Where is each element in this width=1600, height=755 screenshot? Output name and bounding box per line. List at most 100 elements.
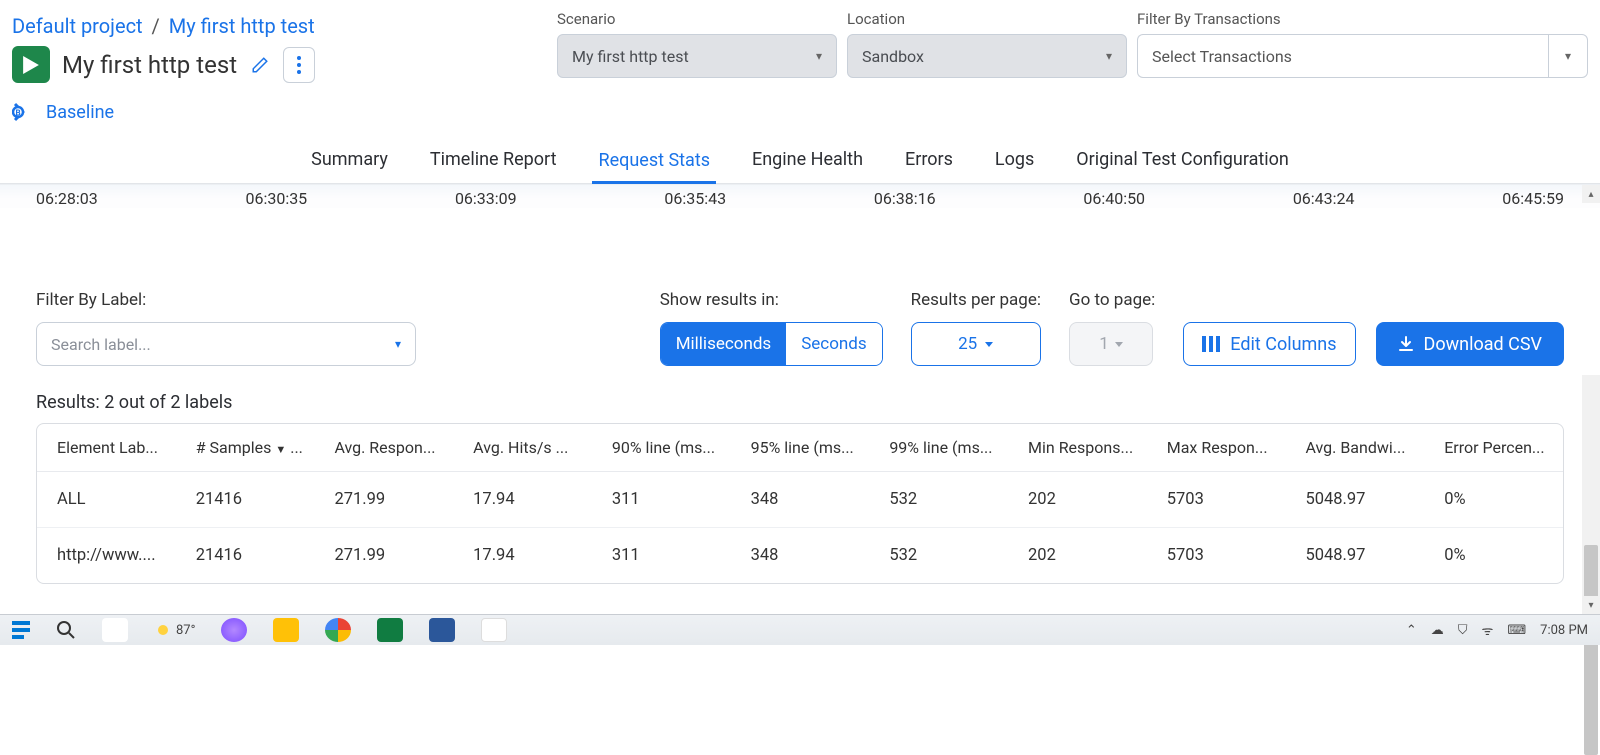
location-select[interactable]: Sandbox ▾ xyxy=(847,34,1127,78)
cell-min: 202 xyxy=(1008,528,1147,583)
chevron-down-icon: ▾ xyxy=(816,49,822,63)
tab-original-test-configuration[interactable]: Original Test Configuration xyxy=(1070,141,1295,183)
scenario-select[interactable]: My first http test ▾ xyxy=(557,34,837,78)
filter-transactions-select[interactable]: Select Transactions xyxy=(1137,34,1548,78)
cell-bw: 5048.97 xyxy=(1285,472,1424,528)
caret-down-icon xyxy=(1115,342,1123,347)
download-csv-button[interactable]: Download CSV xyxy=(1376,322,1564,366)
app-icon[interactable] xyxy=(221,618,247,642)
column-header[interactable]: Element Lab... xyxy=(37,424,176,472)
scrollbar-up[interactable]: ▴ xyxy=(1582,185,1600,203)
chevron-down-icon: ▾ xyxy=(1565,49,1571,63)
timeline-tick: 06:38:16 xyxy=(874,189,936,208)
columns-icon xyxy=(1202,336,1220,352)
cell-avg_resp: 271.99 xyxy=(314,528,453,583)
column-header[interactable]: 99% line (ms... xyxy=(869,424,1008,472)
security-icon[interactable]: ⛉ xyxy=(1458,623,1468,638)
download-icon xyxy=(1398,336,1414,352)
cell-avg_resp: 271.99 xyxy=(314,472,453,528)
excel-icon[interactable] xyxy=(377,618,403,642)
location-label: Location xyxy=(847,10,1127,28)
timeline-tick: 06:35:43 xyxy=(664,189,726,208)
cell-p99: 532 xyxy=(869,528,1008,583)
timeline-tick: 06:45:59 xyxy=(1502,189,1564,208)
tab-logs[interactable]: Logs xyxy=(989,141,1040,183)
filter-by-label-input[interactable]: Search label... ▾ xyxy=(36,322,416,366)
column-header[interactable]: Avg. Hits/s ... xyxy=(453,424,592,472)
edit-title-icon[interactable] xyxy=(249,56,271,74)
download-csv-label: Download CSV xyxy=(1424,334,1542,355)
search-icon[interactable] xyxy=(56,620,76,640)
column-header[interactable]: Error Percen... xyxy=(1424,424,1563,472)
word-icon[interactable] xyxy=(429,618,455,642)
chevron-down-icon: ▾ xyxy=(395,337,401,351)
keyboard-icon[interactable]: ⌨ xyxy=(1507,623,1526,638)
chrome-icon[interactable] xyxy=(325,618,351,642)
column-header[interactable]: # Samples ▼ ... xyxy=(176,424,315,472)
cell-p90: 311 xyxy=(592,528,731,583)
cloud-icon[interactable]: ☁ xyxy=(1431,623,1444,638)
file-explorer-icon[interactable] xyxy=(273,618,299,642)
tab-summary[interactable]: Summary xyxy=(305,141,394,183)
timeline-tick: 06:30:35 xyxy=(245,189,307,208)
tab-request-stats[interactable]: Request Stats xyxy=(592,142,716,184)
tab-timeline-report[interactable]: Timeline Report xyxy=(424,141,563,183)
scenario-label: Scenario xyxy=(557,10,837,28)
cell-bw: 5048.97 xyxy=(1285,528,1424,583)
filter-transactions-label: Filter By Transactions xyxy=(1137,10,1588,28)
column-header[interactable]: 95% line (ms... xyxy=(731,424,870,472)
column-header[interactable]: Max Respon... xyxy=(1147,424,1286,472)
weather-widget[interactable]: 87° xyxy=(154,621,195,639)
taskbar-time[interactable]: 7:08 PM xyxy=(1540,623,1588,638)
tray-icon[interactable]: ᯤ xyxy=(1482,621,1494,639)
tab-engine-health[interactable]: Engine Health xyxy=(746,141,869,183)
filter-transactions-value: Select Transactions xyxy=(1152,47,1292,66)
results-per-page-select[interactable]: 25 xyxy=(911,322,1041,366)
column-header[interactable]: 90% line (ms... xyxy=(592,424,731,472)
baseline-link[interactable]: Baseline xyxy=(46,102,114,123)
column-header[interactable]: Min Respons... xyxy=(1008,424,1147,472)
breadcrumb-project-link[interactable]: Default project xyxy=(12,14,143,38)
cell-label: ALL xyxy=(37,472,176,528)
go-to-page-label: Go to page: xyxy=(1069,290,1155,310)
cell-min: 202 xyxy=(1008,472,1147,528)
run-button[interactable] xyxy=(12,46,50,83)
tray-expand-icon[interactable]: ⌃ xyxy=(1406,623,1417,638)
results-per-page-value: 25 xyxy=(958,334,977,354)
scenario-value: My first http test xyxy=(572,47,689,66)
toggle-seconds[interactable]: Seconds xyxy=(786,323,881,365)
filter-transactions-dropdown[interactable]: ▾ xyxy=(1548,34,1588,78)
table-row[interactable]: ALL21416271.9917.9431134853220257035048.… xyxy=(37,472,1563,528)
cell-hits: 17.94 xyxy=(453,472,592,528)
scrollbar-track[interactable] xyxy=(1582,375,1600,614)
timeline-tick: 06:28:03 xyxy=(36,189,98,208)
tab-errors[interactable]: Errors xyxy=(899,141,959,183)
edit-columns-button[interactable]: Edit Columns xyxy=(1183,322,1355,366)
results-per-page-label: Results per page: xyxy=(911,290,1041,310)
cell-err: 0% xyxy=(1424,528,1563,583)
go-to-page-select: 1 xyxy=(1069,322,1153,366)
toggle-milliseconds[interactable]: Milliseconds xyxy=(661,323,787,365)
cell-max: 5703 xyxy=(1147,528,1286,583)
column-header[interactable]: Avg. Bandwi... xyxy=(1285,424,1424,472)
timeline-tick: 06:43:24 xyxy=(1293,189,1355,208)
breadcrumb-test-link[interactable]: My first http test xyxy=(169,14,315,38)
column-header[interactable]: Avg. Respon... xyxy=(314,424,453,472)
results-count: Results: 2 out of 2 labels xyxy=(36,392,1564,413)
go-to-page-value: 1 xyxy=(1099,334,1109,354)
table-row[interactable]: http://www....21416271.9917.943113485322… xyxy=(37,528,1563,583)
scrollbar-down[interactable]: ▾ xyxy=(1582,596,1600,614)
show-results-label: Show results in: xyxy=(660,290,883,310)
start-icon[interactable] xyxy=(12,621,30,639)
baseline-icon: B xyxy=(12,101,36,123)
cell-hits: 17.94 xyxy=(453,528,592,583)
scrollbar-thumb[interactable] xyxy=(1584,545,1598,755)
more-actions-button[interactable] xyxy=(283,47,315,83)
cell-max: 5703 xyxy=(1147,472,1286,528)
timeline-axis: 06:28:03 06:30:35 06:33:09 06:35:43 06:38:16… xyxy=(0,185,1600,208)
cell-p95: 348 xyxy=(731,528,870,583)
mail-icon[interactable] xyxy=(102,618,128,642)
page-title: My first http test xyxy=(62,51,237,79)
timeline-tick: 06:33:09 xyxy=(455,189,517,208)
app-icon-2[interactable] xyxy=(481,618,507,642)
